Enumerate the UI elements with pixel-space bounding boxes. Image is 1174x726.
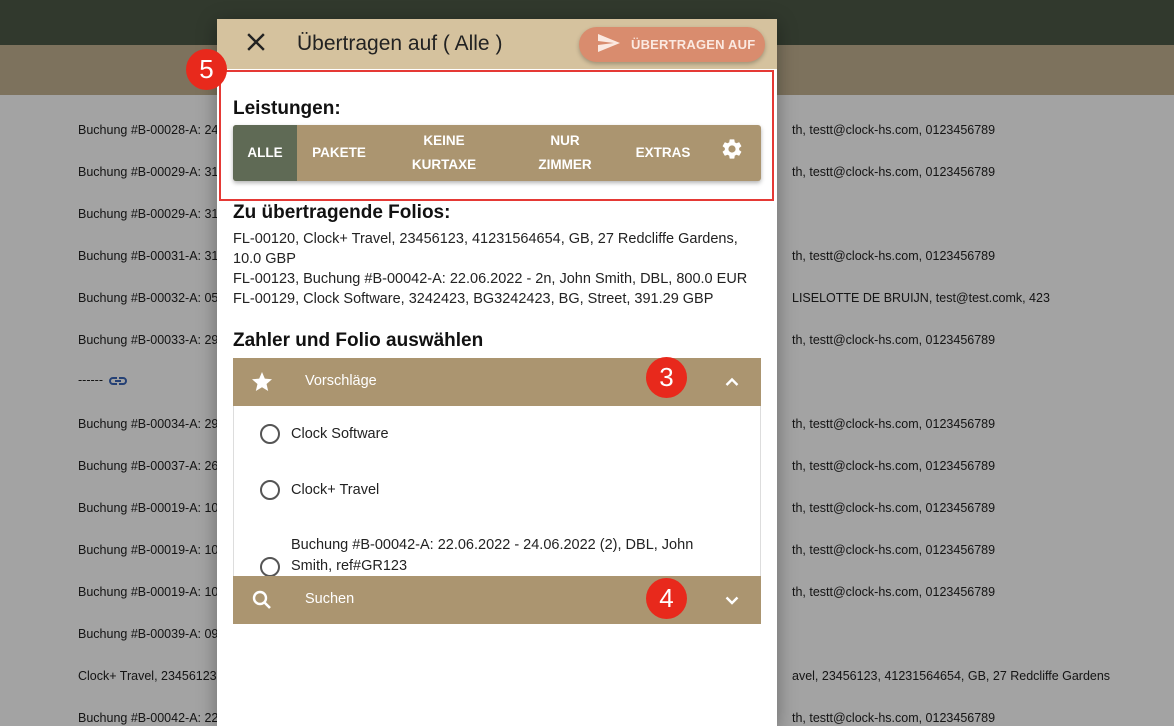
annotation-badge-services: 5: [186, 49, 227, 90]
radio-button[interactable]: [260, 557, 280, 577]
suggestion-options: Clock Software Clock+ Travel Buchung #B-…: [233, 406, 762, 577]
send-icon: [597, 33, 621, 56]
suggestions-label: Vorschläge: [305, 373, 377, 389]
tab-nur-zimmer[interactable]: NUR ZIMMER: [507, 125, 623, 181]
transfer-button[interactable]: ÜBERTRAGEN AUF: [579, 27, 765, 62]
gear-icon: [720, 137, 744, 169]
radio-button[interactable]: [260, 424, 280, 444]
chevron-up-icon[interactable]: [720, 370, 744, 394]
tab-pakete[interactable]: PAKETE: [297, 125, 381, 181]
option-clock-travel[interactable]: Clock+ Travel: [234, 479, 762, 500]
services-title: Leistungen:: [233, 98, 341, 119]
annotation-badge-suggestions: 3: [646, 357, 687, 398]
services-tabbar: ALLE PAKETE KEINE KURTAXE NUR ZIMMER EXTRA…: [233, 125, 761, 181]
tab-keine-kurtaxe[interactable]: KEINE KURTAXE: [381, 125, 507, 181]
settings-button[interactable]: [703, 125, 761, 181]
transfer-button-label: ÜBERTRAGEN AUF: [631, 37, 756, 52]
radio-button[interactable]: [260, 480, 280, 500]
payer-title: Zahler und Folio auswählen: [233, 330, 484, 351]
chevron-down-icon[interactable]: [720, 588, 744, 612]
search-icon: [250, 588, 274, 612]
tab-alle[interactable]: ALLE: [233, 125, 297, 181]
folio-line: FL-00129, Clock Software, 3242423, BG324…: [233, 291, 714, 307]
folios-title: Zu übertragende Folios:: [233, 202, 451, 223]
transfer-dialog: Übertragen auf ( Alle ) ÜBERTRAGEN AUF L…: [217, 19, 777, 726]
option-booking[interactable]: Buchung #B-00042-A: 22.06.2022 - 24.06.2…: [234, 535, 762, 577]
folio-line: FL-00120, Clock+ Travel, 23456123, 41231…: [233, 231, 738, 267]
tab-extras[interactable]: EXTRAS: [623, 125, 703, 181]
option-clock-software[interactable]: Clock Software: [234, 423, 762, 444]
folio-list: FL-00120, Clock+ Travel, 23456123, 41231…: [233, 229, 763, 309]
folio-line: FL-00123, Buchung #B-00042-A: 22.06.2022…: [233, 271, 748, 287]
annotation-badge-search: 4: [646, 578, 687, 619]
close-button[interactable]: [243, 31, 269, 57]
dialog-header: Übertragen auf ( Alle ) ÜBERTRAGEN AUF: [217, 19, 777, 69]
dialog-title: Übertragen auf ( Alle ): [297, 32, 503, 55]
search-label: Suchen: [305, 591, 355, 607]
close-icon: [247, 32, 265, 56]
star-icon: [250, 370, 274, 394]
